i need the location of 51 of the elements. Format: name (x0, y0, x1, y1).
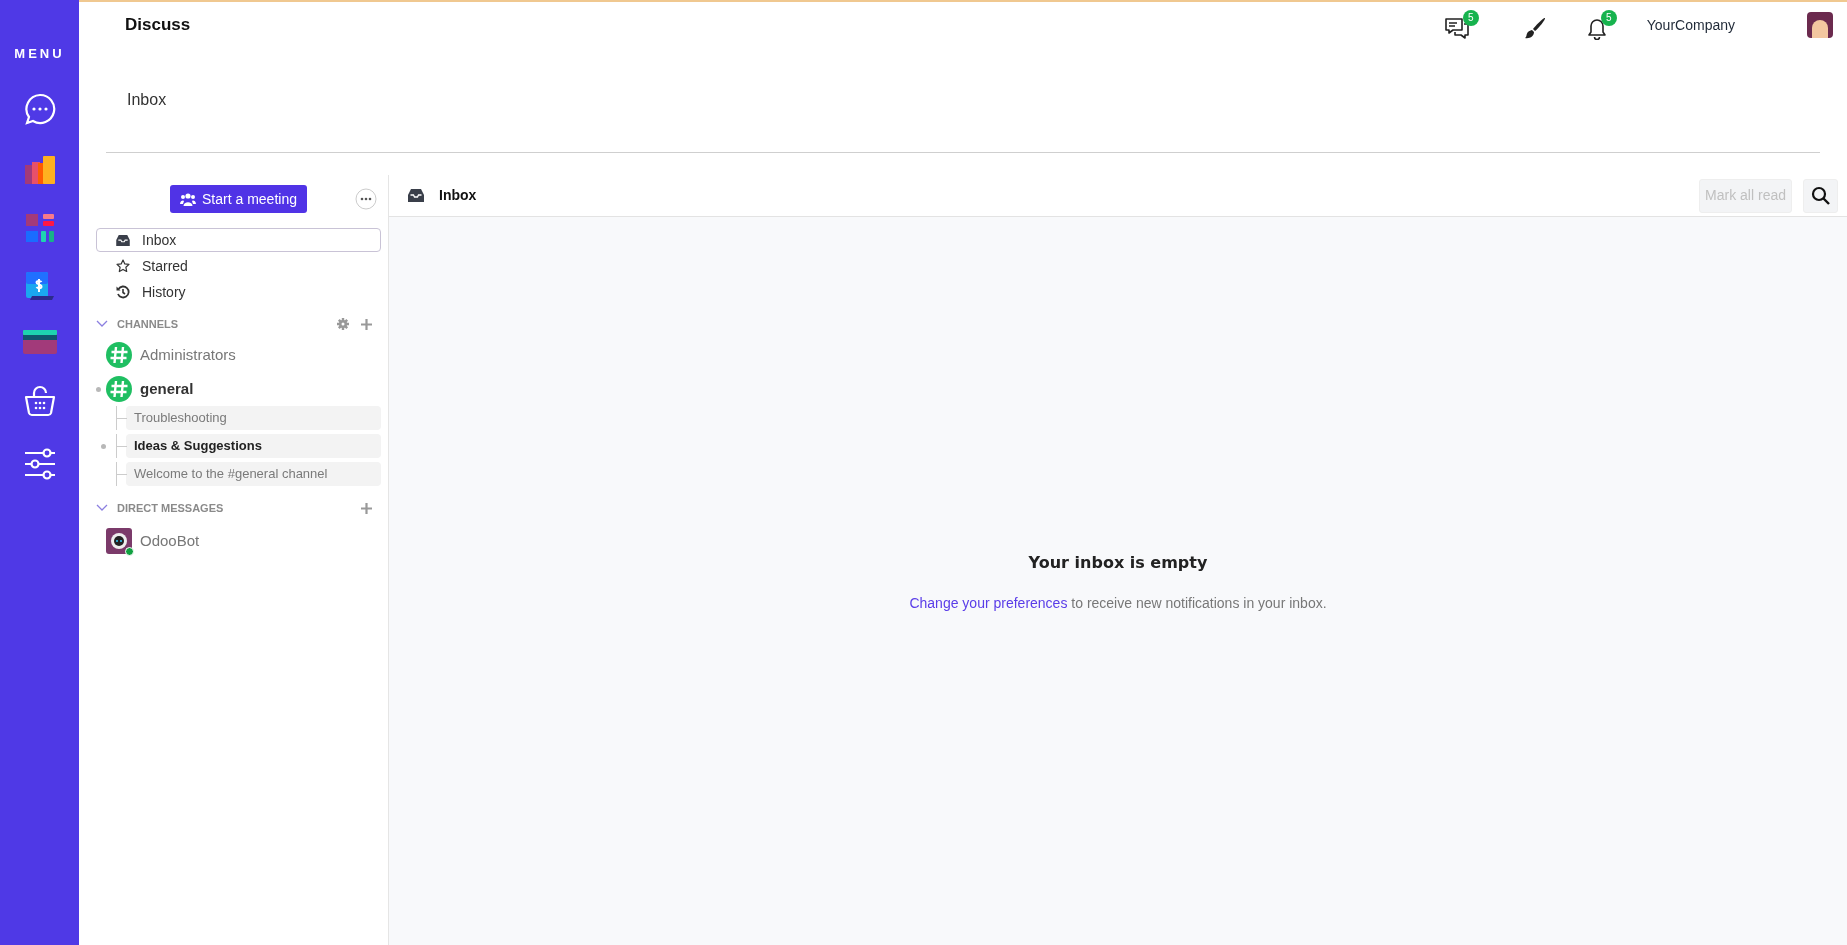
thread-title: Inbox (439, 186, 477, 205)
search-button[interactable] (1803, 178, 1838, 213)
chat-icon (1444, 18, 1469, 40)
app-title: Discuss (125, 14, 191, 37)
preferences-link[interactable]: Change your preferences (909, 595, 1068, 611)
search-icon (1810, 185, 1831, 206)
menu-title: MENU (14, 45, 65, 63)
bot-avatar (106, 528, 132, 554)
channel-name[interactable]: Administrators (140, 343, 236, 367)
badge-count: 5 (1462, 10, 1479, 26)
inbox-icon (116, 234, 130, 246)
star-icon (116, 259, 130, 273)
hashtag-icon (106, 376, 132, 402)
thread-item[interactable]: Ideas & Suggestions (126, 434, 381, 458)
company-switcher[interactable]: YourCompany (1646, 14, 1735, 36)
mailbox-item[interactable]: Inbox (96, 228, 381, 252)
card-icon[interactable] (22, 329, 57, 354)
invoice-icon[interactable] (25, 271, 54, 300)
user-avatar[interactable] (1807, 12, 1833, 38)
grid-icon[interactable] (25, 213, 54, 242)
breadcrumb: Inbox (127, 90, 167, 110)
chevron-down-icon[interactable] (96, 504, 108, 512)
badge-count: 5 (1600, 10, 1617, 26)
empty-message: Change your preferences to receive new notifications in your inbox. (909, 594, 1327, 613)
thread-item[interactable]: Welcome to the #general channel (126, 462, 381, 486)
history-icon (116, 285, 130, 299)
plus-icon[interactable] (361, 318, 372, 330)
basket-icon[interactable] (22, 383, 57, 418)
systray-messages-button[interactable]: 5 (1444, 10, 1479, 40)
inbox-icon (408, 189, 424, 202)
start-meeting-button[interactable]: Start a meeting (170, 185, 307, 213)
empty-title: Your inbox is empty (1028, 552, 1208, 574)
category-header[interactable]: DIRECT MESSAGES (117, 499, 224, 517)
chat-bubble-icon[interactable] (22, 91, 57, 126)
bell-icon (1586, 18, 1607, 40)
mailbox-item[interactable]: Starred (96, 254, 381, 278)
mailbox-item[interactable]: History (96, 280, 381, 304)
contact-name[interactable]: OdooBot (140, 529, 200, 553)
category-header[interactable]: CHANNELS (117, 315, 179, 333)
systray-bell-button[interactable]: 5 (1586, 10, 1617, 40)
thread-item[interactable]: Troubleshooting (126, 406, 381, 430)
hashtag-icon (106, 342, 132, 368)
channel-name[interactable]: general (140, 377, 194, 401)
sliders-icon[interactable] (22, 447, 57, 480)
more-options-icon[interactable] (355, 188, 377, 210)
settings-icon[interactable] (337, 318, 349, 330)
chevron-down-icon[interactable] (96, 320, 108, 328)
plus-icon[interactable] (361, 502, 372, 514)
users-icon (180, 192, 197, 206)
paintbrush-icon (1522, 17, 1547, 41)
bar-chart-icon[interactable] (24, 155, 55, 184)
